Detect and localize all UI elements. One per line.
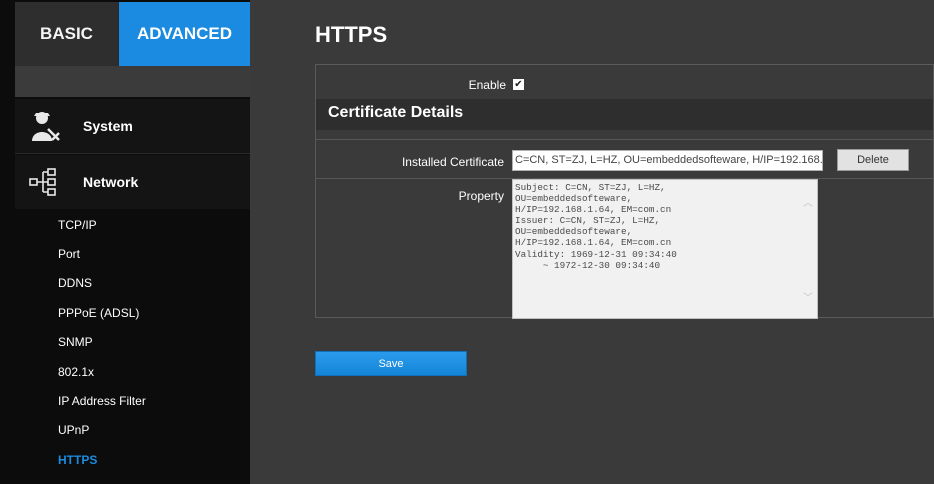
certificate-details-header: Certificate Details xyxy=(316,99,933,130)
delete-button[interactable]: Delete xyxy=(837,149,909,171)
network-tree-icon xyxy=(20,162,70,202)
sidebar-section-system[interactable]: System xyxy=(15,99,250,154)
section-title: Certificate Details xyxy=(328,104,464,121)
sidebar-item-ip-address-filter[interactable]: IP Address Filter xyxy=(15,386,250,415)
sidebar-item-ddns[interactable]: DDNS xyxy=(15,269,250,298)
https-form: Enable ✔ Certificate Details Installed C… xyxy=(315,64,934,319)
sidebar-item-8021x[interactable]: 802.1x xyxy=(15,357,250,386)
network-subnav: TCP/IP Port DDNS PPPoE (ADSL) SNMP 802.1… xyxy=(15,210,250,475)
save-button[interactable]: Save xyxy=(315,351,467,376)
property-textarea[interactable]: Subject: C=CN, ST=ZJ, L=HZ, OU=embeddeds… xyxy=(512,179,818,319)
scroll-down-icon[interactable]: ﹀ xyxy=(803,289,813,304)
main-panel: HTTPS Enable ✔ Certificate Details Insta… xyxy=(250,0,934,484)
installed-certificate-field[interactable]: C=CN, ST=ZJ, L=HZ, OU=embeddedsofteware,… xyxy=(512,150,823,171)
sidebar-section-label: Network xyxy=(83,174,139,190)
scroll-up-icon[interactable]: ︿ xyxy=(803,194,813,209)
tab-advanced[interactable]: ADVANCED xyxy=(119,2,250,66)
property-label: Property xyxy=(458,189,504,203)
admin-user-icon xyxy=(20,106,70,146)
sidebar-section-network[interactable]: Network xyxy=(15,155,250,209)
divider xyxy=(316,139,933,140)
sidebar: BASIC ADVANCED System Network TCP/IP Por… xyxy=(0,0,260,484)
sidebar-item-upnp[interactable]: UPnP xyxy=(15,416,250,445)
enable-label: Enable xyxy=(468,78,506,92)
sidebar-item-pppoe[interactable]: PPPoE (ADSL) xyxy=(15,298,250,327)
sidebar-section-label: System xyxy=(83,118,133,134)
sidebar-item-https[interactable]: HTTPS xyxy=(15,445,250,474)
sidebar-item-tcpip[interactable]: TCP/IP xyxy=(15,210,250,239)
checkmark-icon: ✔ xyxy=(514,78,523,90)
sidebar-item-snmp[interactable]: SNMP xyxy=(15,328,250,357)
installed-certificate-label: Installed Certificate xyxy=(401,155,504,169)
sidebar-item-port[interactable]: Port xyxy=(15,239,250,268)
property-text: Subject: C=CN, ST=ZJ, L=HZ, OU=embeddeds… xyxy=(515,182,677,271)
enable-checkbox[interactable]: ✔ xyxy=(513,79,524,90)
sidebar-spacer xyxy=(15,66,250,97)
mode-tabs: BASIC ADVANCED xyxy=(15,2,250,66)
tab-basic[interactable]: BASIC xyxy=(15,2,118,66)
page-title: HTTPS xyxy=(315,22,388,47)
